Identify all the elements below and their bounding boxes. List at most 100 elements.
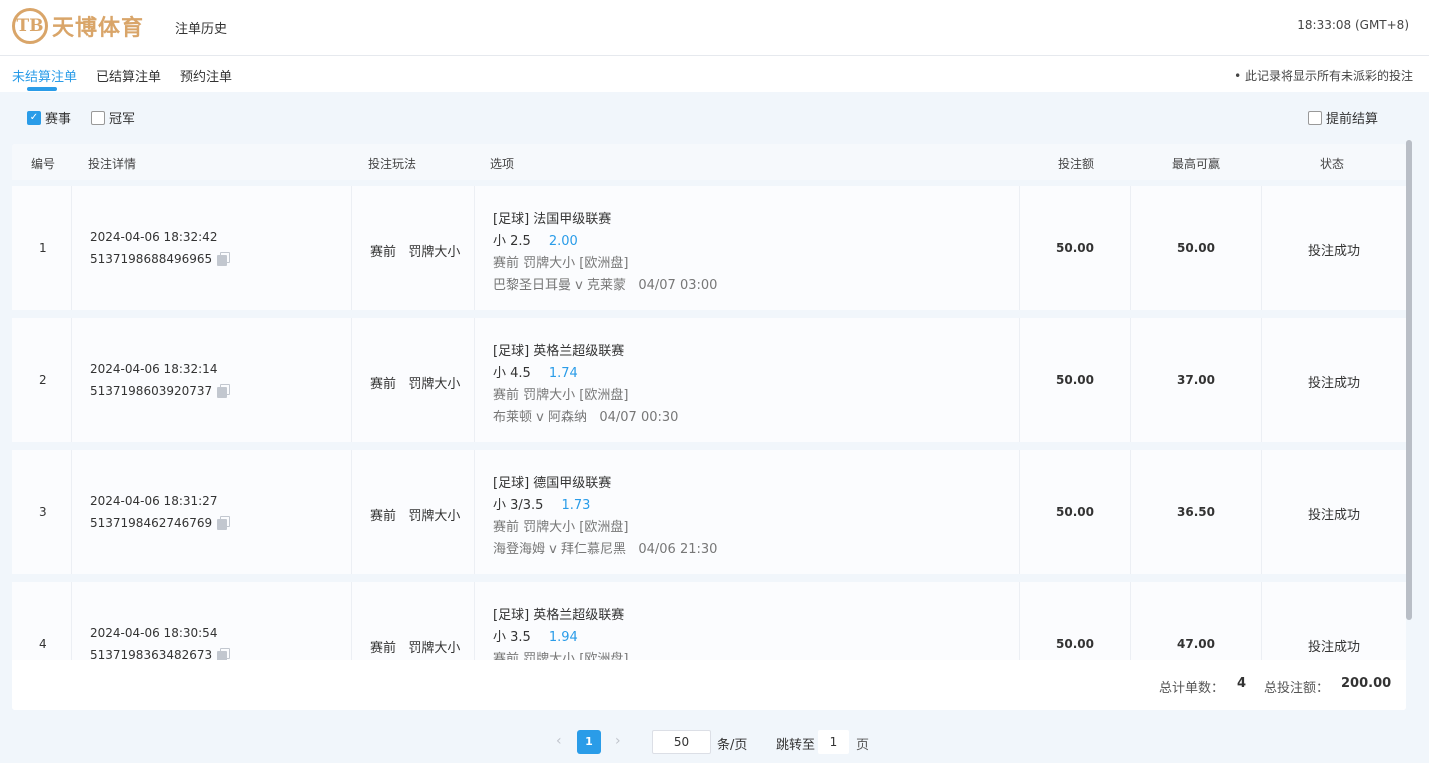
cell-max-win: 37.00 (1131, 318, 1262, 442)
max-win: 50.00 (1177, 241, 1215, 255)
scrollbar-thumb[interactable] (1406, 140, 1412, 620)
brand-logo[interactable]: TB 天博体育 (12, 8, 144, 44)
bet-play: 赛前 罚牌大小 (370, 509, 461, 524)
bet-amount: 50.00 (1056, 373, 1094, 387)
copy-icon[interactable] (217, 384, 231, 398)
bet-amount: 50.00 (1056, 505, 1094, 519)
bet-id: 5137198462746769 (90, 516, 213, 530)
checkbox-checked-icon: ✓ (27, 110, 41, 125)
page-button-current[interactable]: 1 (577, 730, 601, 754)
col-header-no: 编号 (31, 157, 56, 171)
market: 赛前 罚牌大小 [欧洲盘] (493, 520, 629, 535)
filter-champion-label: 冠军 (109, 112, 136, 127)
max-win: 36.50 (1177, 505, 1215, 519)
copy-icon[interactable] (217, 252, 231, 266)
bet-amount: 50.00 (1056, 241, 1094, 255)
bet-id-line: 5137198688496965 (90, 252, 231, 266)
match-info: 布莱顿 v 阿森纳 04/07 00:30 (493, 410, 679, 425)
cell-status: 投注成功 (1262, 318, 1406, 442)
cell-detail: 2024-04-06 18:32:42 5137198688496965 (72, 186, 352, 310)
copy-icon[interactable] (217, 516, 231, 530)
cell-status: 投注成功 (1262, 186, 1406, 310)
bet-id-line: 5137198363482673 (90, 648, 231, 660)
cell-play: 赛前 罚牌大小 (352, 186, 475, 310)
table-scrollbar[interactable] (1406, 140, 1412, 620)
cell-amount: 50.00 (1020, 450, 1131, 574)
cell-amount: 50.00 (1020, 582, 1131, 660)
tab-unsettled[interactable]: 未结算注单 (12, 66, 77, 85)
page-size-select[interactable]: 50 (652, 730, 711, 754)
bet-time: 2024-04-06 18:30:54 (90, 626, 218, 640)
page-size-unit: 条/页 (717, 738, 748, 753)
totals-bar: 总计单数： 4 总投注额： 200.00 (12, 660, 1406, 710)
table-row: 4 2024-04-06 18:30:54 5137198363482673 赛… (12, 582, 1406, 660)
cell-max-win: 47.00 (1131, 582, 1262, 660)
cell-status: 投注成功 (1262, 582, 1406, 660)
tab-reserved[interactable]: 预约注单 (180, 66, 232, 85)
content-area: ✓ 赛事 冠军 提前结算 编号 投注详情 投注玩法 选项 投注额 最高可赢 状态… (0, 92, 1429, 763)
early-settle-checkbox[interactable]: 提前结算 (1307, 108, 1378, 127)
pick: 小 3/3.5 (493, 498, 544, 513)
cell-max-win: 36.50 (1131, 450, 1262, 574)
cell-status: 投注成功 (1262, 450, 1406, 574)
jump-unit: 页 (856, 738, 870, 753)
table-row: 3 2024-04-06 18:31:27 5137198462746769 赛… (12, 450, 1406, 574)
logo-mark-icon: TB (12, 8, 48, 44)
next-page-icon[interactable]: › (615, 733, 621, 749)
pick: 小 3.5 (493, 630, 531, 645)
col-header-option: 选项 (490, 157, 515, 171)
odds: 2.00 (548, 234, 578, 249)
total-count-value: 4 (1237, 676, 1247, 691)
league: [足球] 英格兰超级联赛 (493, 344, 625, 359)
league: [足球] 英格兰超级联赛 (493, 608, 625, 623)
cell-amount: 50.00 (1020, 186, 1131, 310)
bet-time: 2024-04-06 18:32:14 (90, 362, 218, 376)
row-no: 1 (39, 241, 47, 255)
page-title: 注单历史 (175, 22, 228, 37)
odds: 1.73 (561, 498, 591, 513)
bet-amount: 50.00 (1056, 637, 1094, 651)
prev-page-icon[interactable]: ‹ (556, 733, 562, 749)
col-header-play: 投注玩法 (368, 157, 417, 171)
jump-page-input[interactable]: 1 (818, 730, 849, 754)
max-win: 37.00 (1177, 373, 1215, 387)
cell-max-win: 50.00 (1131, 186, 1262, 310)
row-no: 3 (39, 505, 47, 519)
cell-play: 赛前 罚牌大小 (352, 318, 475, 442)
odds: 1.94 (548, 630, 578, 645)
status-text: 投注成功 (1307, 376, 1360, 391)
bet-id-line: 5137198462746769 (90, 516, 231, 530)
filter-match-checkbox[interactable]: ✓ 赛事 (27, 108, 71, 127)
cell-no: 4 (12, 582, 72, 660)
pick: 小 2.5 (493, 234, 531, 249)
table-header: 编号 投注详情 投注玩法 选项 投注额 最高可赢 状态 (12, 144, 1406, 180)
pick-line: 小 2.5 2.00 (493, 230, 578, 249)
pick-line: 小 3/3.5 1.73 (493, 494, 590, 513)
cell-play: 赛前 罚牌大小 (352, 450, 475, 574)
league: [足球] 德国甲级联赛 (493, 476, 612, 491)
tab-settled[interactable]: 已结算注单 (96, 66, 161, 85)
bet-id: 5137198363482673 (90, 648, 213, 660)
market: 赛前 罚牌大小 [欧洲盘] (493, 388, 629, 403)
cell-play: 赛前 罚牌大小 (352, 582, 475, 660)
cell-no: 1 (12, 186, 72, 310)
cell-option: [足球] 德国甲级联赛 小 3/3.5 1.73 赛前 罚牌大小 [欧洲盘] 海登… (475, 450, 1020, 574)
bet-time: 2024-04-06 18:32:42 (90, 230, 218, 244)
pick-line: 小 3.5 1.94 (493, 626, 578, 645)
cell-option: [足球] 英格兰超级联赛 小 4.5 1.74 赛前 罚牌大小 [欧洲盘] 布莱顿… (475, 318, 1020, 442)
bets-table: 编号 投注详情 投注玩法 选项 投注额 最高可赢 状态 1 2024-04-06… (12, 144, 1406, 710)
market: 赛前 罚牌大小 [欧洲盘] (493, 652, 629, 660)
filter-champion-checkbox[interactable]: 冠军 (91, 108, 135, 127)
table-body[interactable]: 1 2024-04-06 18:32:42 5137198688496965 赛… (12, 180, 1406, 660)
cell-amount: 50.00 (1020, 318, 1131, 442)
cell-no: 3 (12, 450, 72, 574)
copy-icon[interactable] (217, 648, 231, 660)
cell-option: [足球] 法国甲级联赛 小 2.5 2.00 赛前 罚牌大小 [欧洲盘] 巴黎圣日… (475, 186, 1020, 310)
pick: 小 4.5 (493, 366, 531, 381)
bet-id: 5137198688496965 (90, 252, 213, 266)
row-no: 4 (39, 637, 47, 651)
market: 赛前 罚牌大小 [欧洲盘] (493, 256, 629, 271)
status-text: 投注成功 (1307, 640, 1360, 655)
early-settle-label: 提前结算 (1325, 112, 1378, 127)
bet-play: 赛前 罚牌大小 (370, 641, 461, 656)
